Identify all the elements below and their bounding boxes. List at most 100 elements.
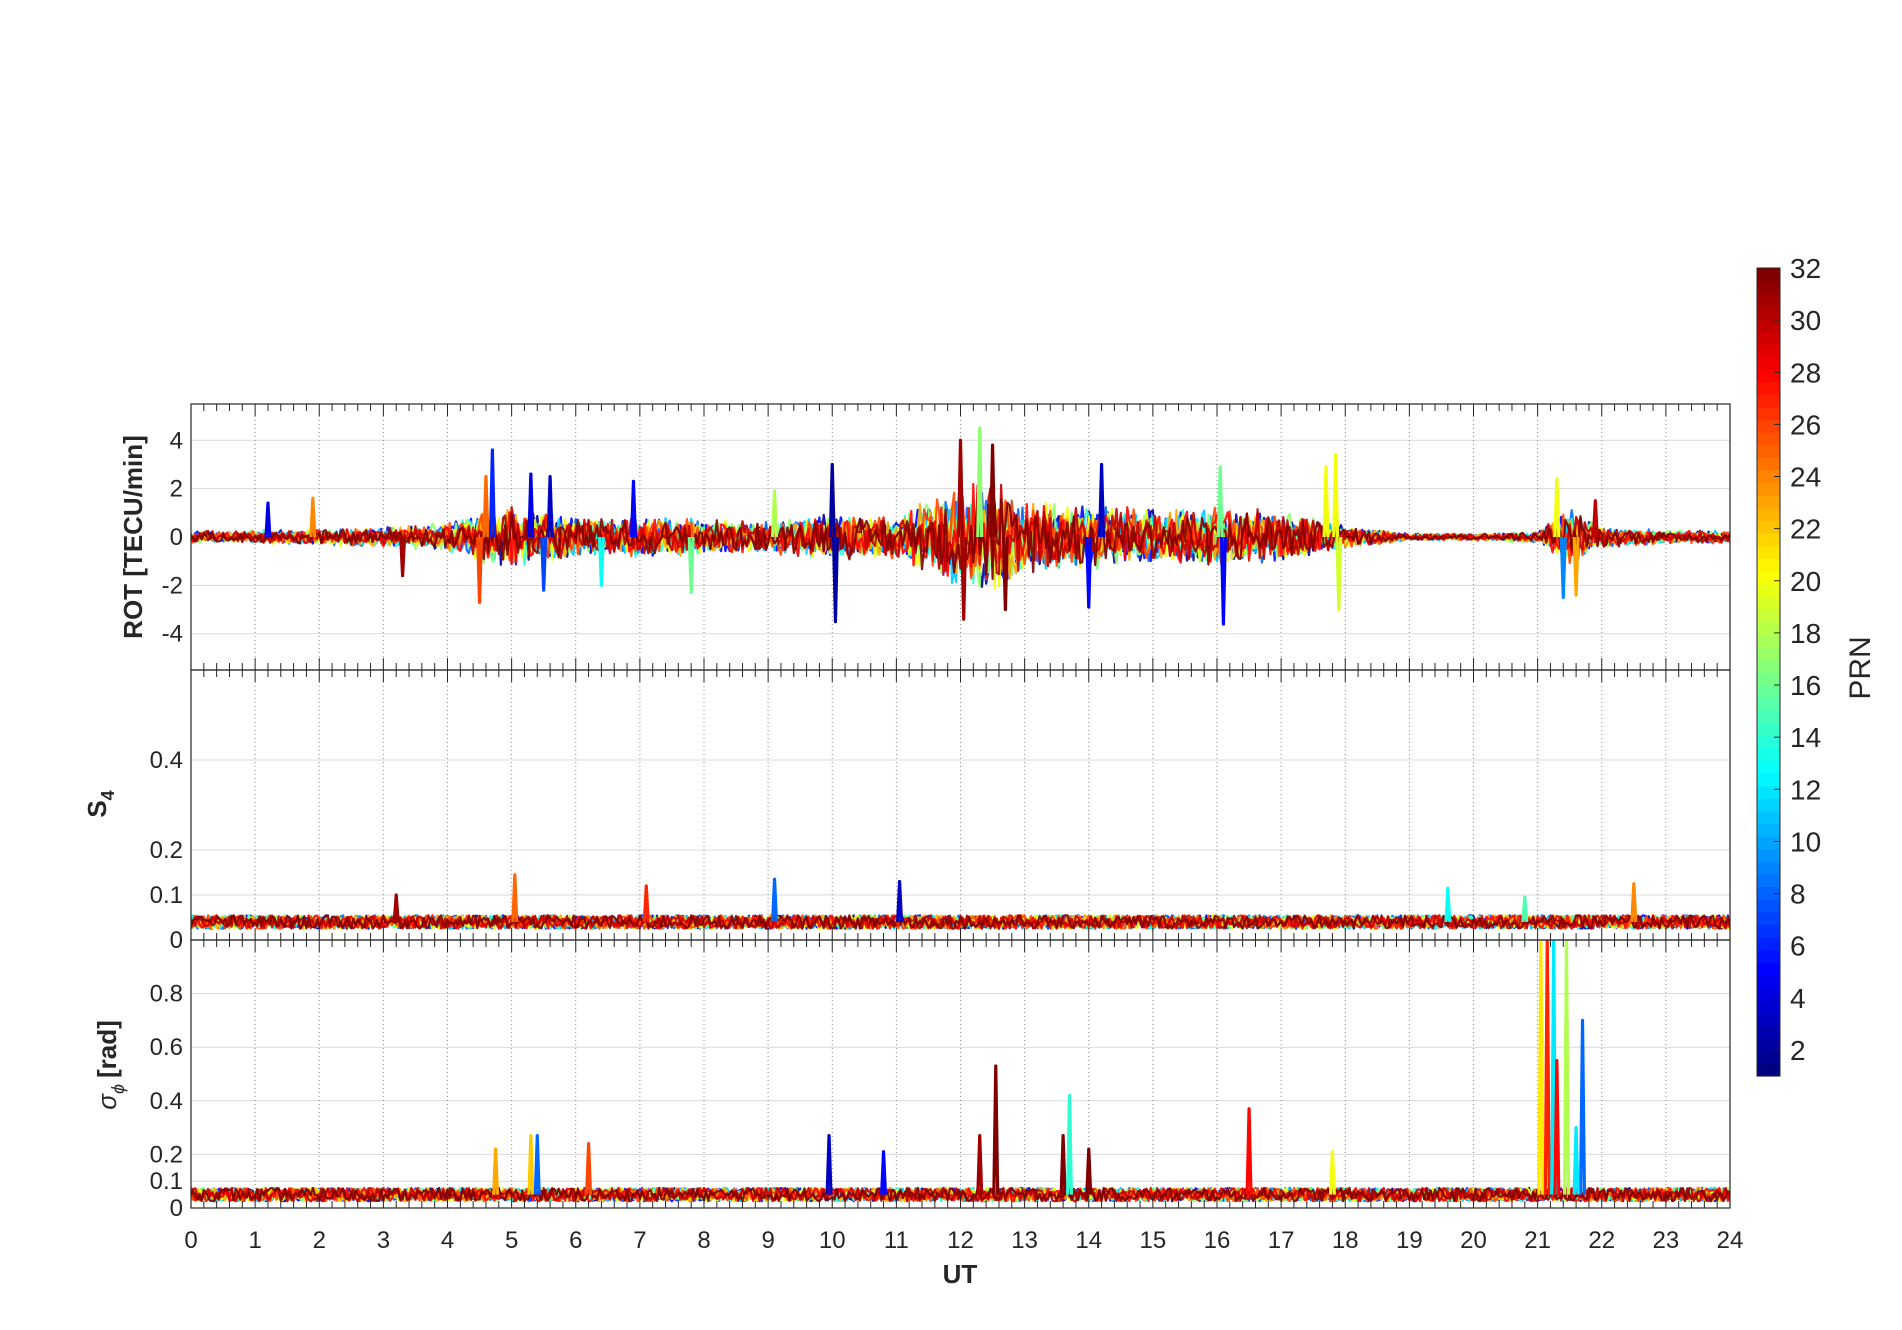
colorbar-segment [1757,520,1780,534]
colorbar-segment [1757,331,1780,345]
colorbar-segment [1757,634,1780,648]
y-tick-label: 0.4 [150,1088,183,1115]
y-tick-label: 0.8 [150,981,183,1008]
colorbar-segment [1757,773,1780,787]
s4-label-sub: 4 [98,790,118,800]
x-tick-label: 15 [1140,1227,1167,1254]
y-tick-label: 0.2 [150,1141,183,1168]
y-tick-label: 0.1 [150,1168,183,1195]
y-tick-label: 0 [170,927,183,954]
colorbar-tick-label: 32 [1790,253,1821,284]
x-tick-label: 5 [505,1227,518,1254]
y-tick-label: 4 [170,427,183,454]
s4-panel: 0 0.1 0.2 0.4 [150,669,1731,954]
colorbar-segment [1757,697,1780,711]
spike-mark [1328,1150,1336,1195]
colorbar-segment [1757,268,1780,282]
x-tick-label: 10 [819,1227,846,1254]
sigma-label-sub: ϕ [108,1084,128,1094]
colorbar-segment [1757,798,1780,812]
colorbar-segment [1757,293,1780,307]
rot-y-axis-label: ROT [TECU/min] [118,435,148,639]
spike-mark [1562,940,1571,1195]
colorbar-segment [1757,369,1780,383]
spike-mark [1059,1134,1067,1195]
colorbar-segment [1757,659,1780,673]
colorbar-segment [1757,785,1780,799]
colorbar: 2468101214161820222426283032 [1756,253,1821,1077]
x-axis: 0 1 2 3 4 5 6 7 8 9 10 11 12 13 14 15 16 17 18 19 20 21 22 23 24 [184,1227,1743,1254]
colorbar-segment [1757,709,1780,724]
colorbar-segment [1757,394,1780,408]
colorbar-segment [1757,646,1780,660]
colorbar-segment [1757,747,1780,761]
y-tick-label: 0.4 [150,747,183,774]
spike-mark [1335,536,1343,612]
colorbar-segment [1757,457,1780,471]
colorbar-tick-label: 6 [1790,931,1806,962]
colorbar-tick-label: 26 [1790,409,1821,440]
colorbar-tick-label: 2 [1790,1035,1806,1066]
colorbar-segment [1757,482,1780,496]
colorbar-segment [1757,1000,1780,1014]
x-tick-label: 0 [184,1227,197,1254]
spike-mark [1578,1018,1587,1195]
spike-mark [1537,940,1545,1195]
colorbar-segment [1757,608,1780,623]
rot-panel: -4 -2 0 2 4 [162,403,1731,671]
colorbar-tick-label: 12 [1790,774,1821,805]
sigma-label-unit: [rad] [92,1020,122,1078]
y-tick-label: 0 [170,524,183,551]
y-tick-label: 2 [170,476,183,503]
colorbar-tick-label: 16 [1790,670,1821,701]
colorbar-segment [1757,823,1780,837]
colorbar-segment [1757,1025,1780,1039]
colorbar-segment [1757,1063,1780,1077]
colorbar-segment [1757,672,1780,686]
y-tick-label: -4 [162,621,183,648]
colorbar-segment [1757,911,1780,926]
x-tick-label: 8 [697,1227,710,1254]
colorbar-segment [1757,558,1780,572]
colorbar-segment [1757,924,1780,938]
colorbar-segment [1757,444,1780,458]
x-tick-label: 20 [1460,1227,1487,1254]
colorbar-segment [1757,684,1780,698]
traces [191,426,1730,626]
colorbar-segment [1757,1038,1780,1052]
spike-mark [1332,453,1340,538]
colorbar-tick-label: 30 [1790,305,1821,336]
spike-mark [1085,1147,1093,1195]
colorbar-tick-label: 14 [1790,722,1821,753]
colorbar-label: PRN [1844,636,1877,699]
colorbar-segment [1757,975,1780,989]
colorbar-segment [1757,495,1780,509]
colorbar-tick-label: 4 [1790,983,1806,1014]
colorbar-segment [1757,583,1780,597]
colorbar-segment [1757,848,1780,862]
x-tick-label: 21 [1524,1227,1551,1254]
colorbar-segment [1757,596,1780,610]
s4-label-main: S [82,800,112,817]
spike-mark [976,1134,984,1195]
colorbar-segment [1757,305,1780,320]
colorbar-tick-label: 28 [1790,357,1821,388]
x-tick-label: 16 [1204,1227,1231,1254]
spike-mark [533,1134,541,1195]
x-tick-label: 3 [377,1227,390,1254]
spike-mark [825,1134,833,1195]
colorbar-segment [1757,899,1780,913]
y-tick-label: 0.1 [150,882,183,909]
colorbar-segment [1757,836,1780,850]
colorbar-segment [1757,381,1780,395]
x-tick-label: 9 [761,1227,774,1254]
colorbar-segment [1757,810,1780,825]
colorbar-segment [1757,874,1780,888]
colorbar-segment [1757,280,1780,294]
colorbar-segment [1757,987,1780,1001]
colorbar-tick-label: 20 [1790,566,1821,597]
spike-mark [1245,1107,1253,1195]
spike-mark [1543,940,1551,1195]
spike-mark [992,1064,1000,1195]
x-tick-label: 1 [248,1227,261,1254]
